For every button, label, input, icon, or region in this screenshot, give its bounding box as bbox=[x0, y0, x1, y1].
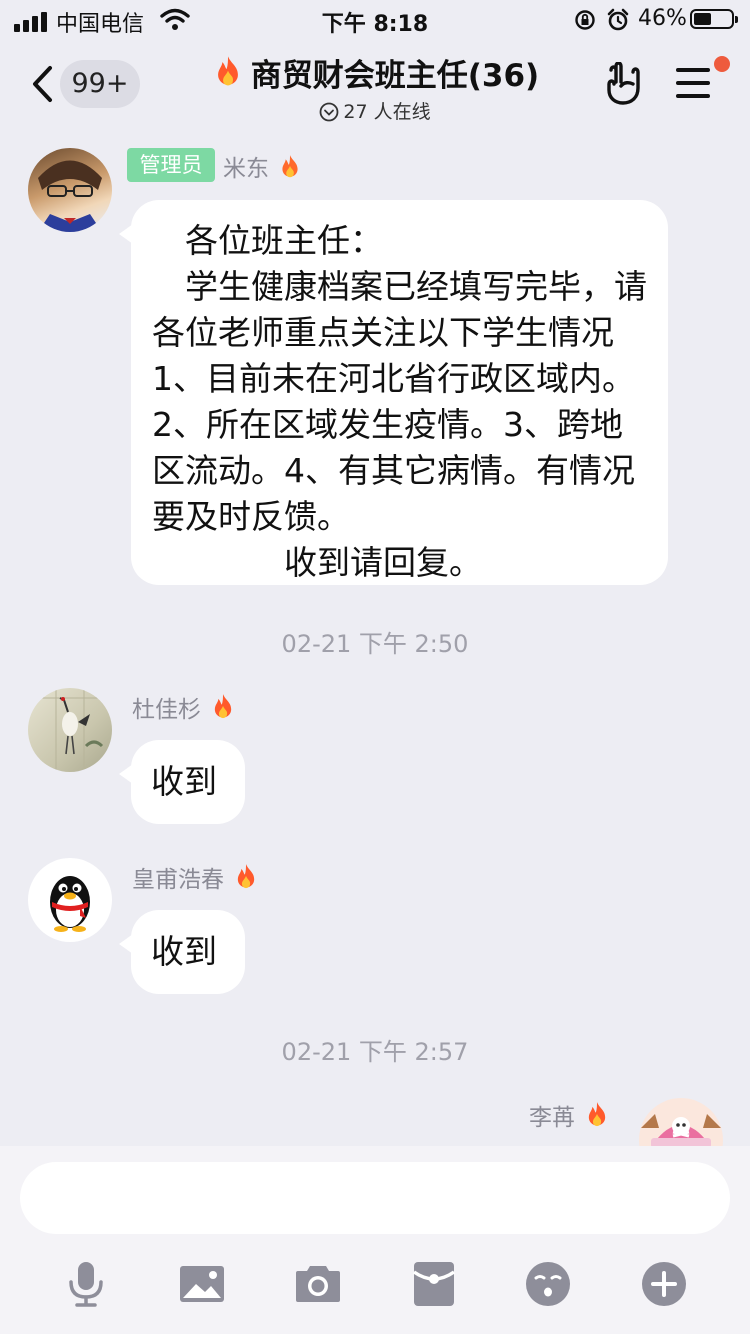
sender-name[interactable]: 米东 bbox=[223, 149, 303, 183]
message-timestamp: 02-21 下午 2:50 bbox=[281, 630, 469, 658]
message-text: 收到 bbox=[151, 762, 217, 801]
message-timestamp: 02-21 下午 2:57 bbox=[281, 1038, 469, 1066]
avatar[interactable] bbox=[28, 148, 112, 232]
sender-name[interactable]: 皇甫浩春 bbox=[132, 860, 260, 894]
sender-name-text: 皇甫浩春 bbox=[132, 867, 224, 893]
message-input[interactable] bbox=[20, 1162, 730, 1234]
status-bar: 中国电信 下午 8:18 46% bbox=[0, 0, 750, 40]
sender-name-text: 李苒 bbox=[529, 1105, 575, 1131]
online-count: 27 人在线 bbox=[343, 101, 431, 123]
battery-icon bbox=[690, 9, 738, 29]
admin-badge: 管理员 bbox=[127, 148, 215, 182]
group-title-row: 商贸财会班主任(36) bbox=[150, 50, 600, 95]
chat-title-area[interactable]: 商贸财会班主任(36) 27 人在线 bbox=[150, 50, 600, 124]
image-icon[interactable] bbox=[178, 1260, 226, 1308]
notification-dot bbox=[714, 56, 730, 72]
flame-icon bbox=[214, 694, 232, 719]
battery-percent: 46% bbox=[638, 6, 687, 31]
unread-count-badge[interactable]: 99+ bbox=[60, 60, 140, 108]
red-packet-icon[interactable] bbox=[410, 1260, 458, 1308]
hand-gesture-icon[interactable] bbox=[603, 62, 645, 106]
penguin-avatar-icon bbox=[50, 876, 90, 932]
group-title: 商贸财会班主任(36) bbox=[250, 58, 540, 94]
message-bubble[interactable]: 收到 bbox=[119, 740, 245, 824]
sender-name[interactable]: 李苒 bbox=[529, 1098, 611, 1132]
flame-icon bbox=[237, 864, 255, 889]
input-area bbox=[0, 1146, 750, 1334]
flame-icon bbox=[217, 56, 238, 86]
flame-icon bbox=[282, 155, 298, 178]
plus-icon[interactable] bbox=[640, 1260, 688, 1308]
back-arrow-icon[interactable] bbox=[30, 64, 54, 104]
camera-icon[interactable] bbox=[294, 1260, 342, 1308]
avatar[interactable] bbox=[28, 858, 112, 942]
message-text: 收到 bbox=[151, 932, 217, 971]
chevron-down-circle-icon bbox=[319, 102, 339, 122]
menu-icon[interactable] bbox=[676, 68, 710, 107]
message-bubble[interactable]: 收到 bbox=[119, 910, 245, 994]
avatar[interactable] bbox=[28, 688, 112, 772]
online-status-row: 27 人在线 bbox=[150, 97, 600, 124]
flame-icon bbox=[588, 1102, 606, 1127]
message-bubble[interactable]: 各位班主任： 学生健康档案已经填写完毕，请各位老师重点关注以下学生情况1、目前未… bbox=[119, 200, 668, 585]
emoji-icon[interactable] bbox=[524, 1260, 572, 1308]
sender-name-text: 杜佳杉 bbox=[132, 697, 201, 723]
microphone-icon[interactable] bbox=[62, 1260, 110, 1308]
chat-header: 99+ 商贸财会班主任(36) 27 人在线 bbox=[0, 40, 750, 128]
sender-name-text: 米东 bbox=[223, 156, 269, 182]
sender-name[interactable]: 杜佳杉 bbox=[132, 690, 237, 724]
message-text: 各位班主任： 学生健康档案已经填写完毕，请各位老师重点关注以下学生情况1、目前未… bbox=[152, 221, 647, 582]
anime-avatar-icon bbox=[38, 160, 102, 232]
crane-painting-icon bbox=[28, 688, 112, 772]
alarm-icon bbox=[607, 8, 629, 31]
rotation-lock-icon bbox=[575, 10, 595, 30]
